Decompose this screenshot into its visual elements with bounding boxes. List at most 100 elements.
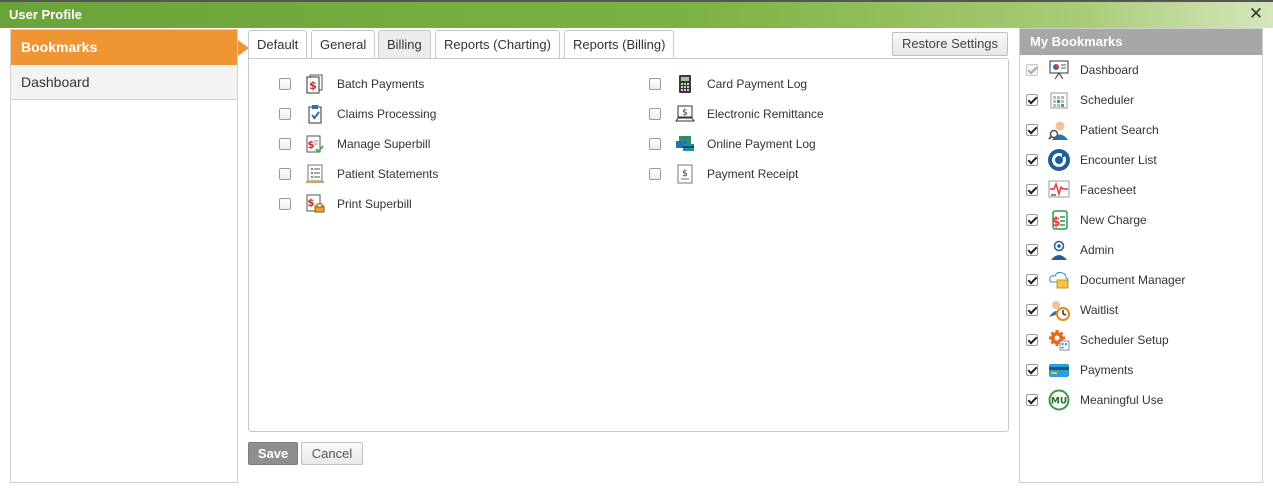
billing-item: Patient Statements: [279, 163, 438, 185]
bookmark-label: Facesheet: [1080, 183, 1137, 197]
left-nav: Bookmarks Dashboard: [10, 29, 249, 483]
calculator-icon: [675, 74, 695, 94]
online-cards-icon: [675, 134, 695, 154]
person-search-icon: [1048, 119, 1070, 141]
checkbox[interactable]: [649, 78, 661, 90]
billing-item-label: Manage Superbill: [337, 137, 431, 151]
window-titlebar: User Profile ✕: [0, 0, 1273, 28]
billing-item: $ Manage Superbill: [279, 133, 430, 155]
bookmark-item: Admin: [1026, 238, 1114, 262]
bookmark-label: Encounter List: [1080, 153, 1157, 167]
tab-default[interactable]: Default: [248, 30, 308, 59]
billing-item: $ Batch Payments: [279, 73, 424, 95]
svg-text:$: $: [309, 79, 317, 92]
billing-item-label: Online Payment Log: [707, 137, 816, 151]
checkbox[interactable]: [279, 198, 291, 210]
checkbox[interactable]: [279, 78, 291, 90]
tab-reports-charting[interactable]: Reports (Charting): [435, 30, 560, 59]
checkbox[interactable]: [279, 138, 291, 150]
bookmark-label: Scheduler: [1080, 93, 1135, 107]
refresh-circle-icon: [1048, 149, 1070, 171]
receipt-icon: $: [675, 164, 695, 184]
billing-item-label: Print Superbill: [337, 197, 412, 211]
checkbox[interactable]: [649, 168, 661, 180]
billing-item: $ Payment Receipt: [649, 163, 798, 185]
checkbox[interactable]: [279, 168, 291, 180]
dollar-document-icon: $: [1048, 209, 1070, 231]
tab-general[interactable]: General: [311, 30, 376, 59]
svg-text:$: $: [308, 140, 315, 151]
checkbox[interactable]: [279, 108, 291, 120]
nav-item-dashboard[interactable]: Dashboard: [11, 65, 237, 100]
batch-payments-icon: $: [305, 74, 325, 94]
svg-text:MU: MU: [1051, 397, 1067, 407]
bookmark-item: Encounter List: [1026, 148, 1157, 172]
bookmark-item: Document Manager: [1026, 268, 1185, 292]
bookmark-label: New Charge: [1080, 213, 1147, 227]
checkbox[interactable]: [1026, 154, 1038, 166]
clipboard-check-icon: [305, 104, 325, 124]
bookmark-item: Payments: [1026, 358, 1133, 382]
svg-text:$: $: [308, 198, 315, 209]
checkbox[interactable]: [1026, 304, 1038, 316]
bookmark-item: Facesheet: [1026, 178, 1136, 202]
nav-item-bookmarks[interactable]: Bookmarks: [11, 30, 249, 65]
billing-item-label: Electronic Remittance: [707, 107, 824, 121]
cloud-folder-icon: [1048, 269, 1070, 291]
checkbox[interactable]: [1026, 94, 1038, 106]
bookmark-item: MU Meaningful Use: [1026, 388, 1163, 412]
billing-item-label: Patient Statements: [337, 167, 439, 181]
my-bookmarks-panel: My Bookmarks Dashboard Scheduler Patient…: [1019, 28, 1263, 483]
gear-calendar-icon: [1048, 329, 1070, 351]
bookmark-label: Payments: [1080, 363, 1134, 377]
checkbox[interactable]: [1026, 124, 1038, 136]
checkbox[interactable]: [1026, 394, 1038, 406]
mu-badge-icon: MU: [1048, 389, 1070, 411]
save-button[interactable]: Save: [248, 442, 298, 465]
admin-person-icon: [1048, 239, 1070, 261]
checkbox[interactable]: [1026, 364, 1038, 376]
laptop-dollar-icon: $: [675, 104, 695, 124]
checkbox[interactable]: [1026, 244, 1038, 256]
billing-item: $ Print Superbill: [279, 193, 412, 215]
checkbox[interactable]: [649, 108, 661, 120]
bookmark-item: Dashboard: [1026, 58, 1139, 82]
billing-item: Card Payment Log: [649, 73, 807, 95]
svg-text:$: $: [682, 169, 688, 179]
bookmark-item: Waitlist: [1026, 298, 1118, 322]
calendar-grid-icon: [1048, 89, 1070, 111]
svg-text:$: $: [1051, 215, 1060, 230]
bookmark-item: Scheduler: [1026, 88, 1134, 112]
vitals-chart-icon: [1048, 179, 1070, 201]
waitlist-clock-icon: [1048, 299, 1070, 321]
bookmark-label: Document Manager: [1080, 273, 1186, 287]
checkbox[interactable]: [1026, 334, 1038, 346]
checkbox[interactable]: [1026, 214, 1038, 226]
presentation-board-icon: [1048, 59, 1070, 81]
bookmark-label: Waitlist: [1080, 303, 1119, 317]
checkbox[interactable]: [649, 138, 661, 150]
restore-settings-button[interactable]: Restore Settings: [892, 32, 1008, 56]
close-icon[interactable]: ✕: [1247, 5, 1265, 23]
billing-item-label: Payment Receipt: [707, 167, 799, 181]
bookmark-label: Dashboard: [1080, 63, 1139, 77]
superbill-check-icon: $: [305, 134, 325, 154]
nav-item-label: Dashboard: [21, 74, 90, 90]
tab-billing[interactable]: Billing: [378, 30, 431, 60]
credit-card-icon: [1048, 359, 1070, 381]
my-bookmarks-header: My Bookmarks: [1020, 29, 1262, 55]
checkbox[interactable]: [1026, 64, 1038, 76]
bookmark-item: Scheduler Setup: [1026, 328, 1169, 352]
checkbox[interactable]: [1026, 184, 1038, 196]
bookmark-item: $ New Charge: [1026, 208, 1147, 232]
billing-item-label: Card Payment Log: [707, 77, 808, 91]
svg-text:$: $: [682, 108, 688, 118]
bookmark-label: Scheduler Setup: [1080, 333, 1169, 347]
cancel-button[interactable]: Cancel: [301, 442, 363, 465]
billing-item-label: Claims Processing: [337, 107, 437, 121]
billing-item: Claims Processing: [279, 103, 436, 125]
tab-reports-billing[interactable]: Reports (Billing): [564, 30, 675, 59]
billing-item-label: Batch Payments: [337, 77, 425, 91]
checkbox[interactable]: [1026, 274, 1038, 286]
billing-item: Online Payment Log: [649, 133, 816, 155]
